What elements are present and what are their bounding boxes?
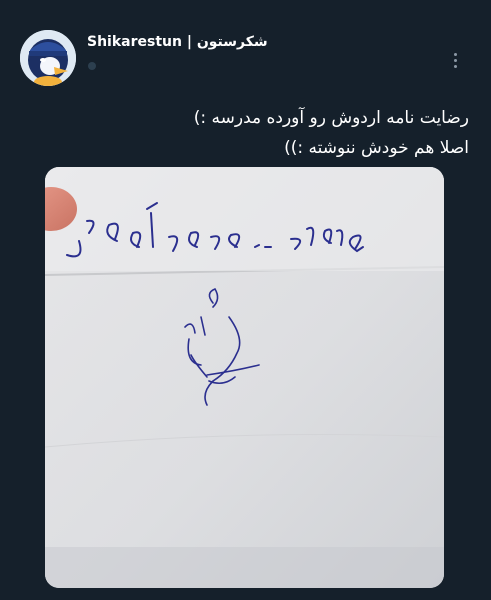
status-dot <box>88 62 96 70</box>
tweet-text-line: رضایت نامه اردوش رو آورده مدرسه :) <box>193 108 469 128</box>
tweet-post: Shikarestun | شکرستون رضایت نامه اردوش ر… <box>0 0 491 600</box>
avatar[interactable] <box>20 30 76 86</box>
more-options-button[interactable] <box>447 50 463 72</box>
more-vertical-icon <box>453 53 457 56</box>
author-name[interactable]: Shikarestun | شکرستون <box>87 34 268 50</box>
tweet-text: رضایت نامه اردوش رو آورده مدرسه :) اصلا … <box>29 103 469 163</box>
tweet-photo[interactable] <box>45 167 444 588</box>
penguin-avatar-icon <box>20 30 76 86</box>
tweet-text-line: اصلا هم خودش ننوشته :)) <box>284 138 469 158</box>
handwritten-note-photo <box>45 167 444 588</box>
